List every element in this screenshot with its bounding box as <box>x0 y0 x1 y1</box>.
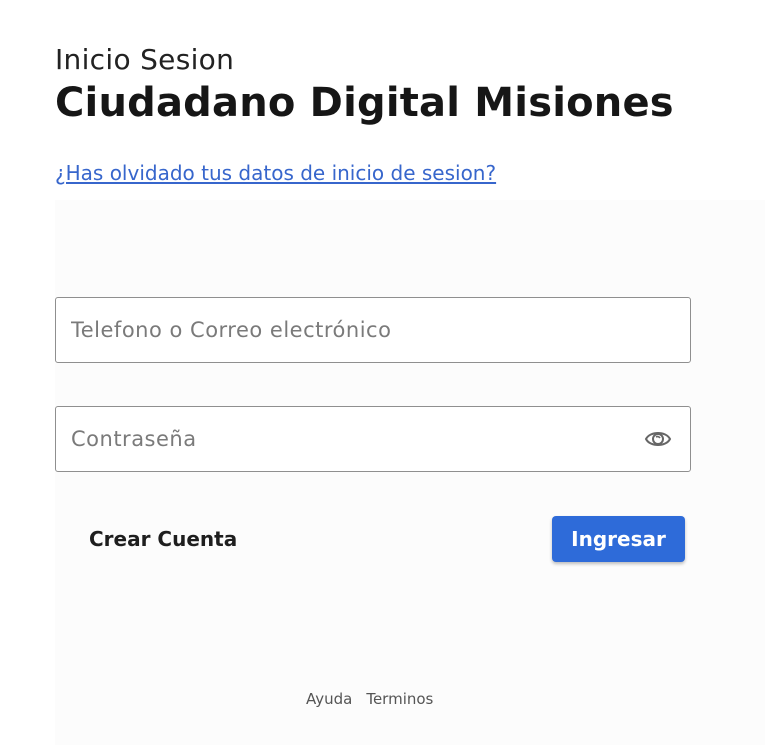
footer-links: Ayuda Terminos <box>306 690 433 708</box>
help-link[interactable]: Ayuda <box>306 690 352 708</box>
create-account-button[interactable]: Crear Cuenta <box>89 527 237 551</box>
login-button[interactable]: Ingresar <box>552 516 685 562</box>
page-subtitle: Inicio Sesion <box>55 43 235 76</box>
form-panel-background <box>55 200 765 745</box>
user-field-container <box>55 297 691 363</box>
terms-link[interactable]: Terminos <box>366 690 433 708</box>
password-input[interactable] <box>71 407 631 471</box>
eye-icon[interactable] <box>644 428 672 450</box>
page-title: Ciudadano Digital Misiones <box>55 80 674 126</box>
login-page: Inicio Sesion Ciudadano Digital Misiones… <box>0 0 765 745</box>
forgot-credentials-link[interactable]: ¿Has olvidado tus datos de inicio de ses… <box>55 161 496 185</box>
password-field-container <box>55 406 691 472</box>
phone-or-email-input[interactable] <box>71 298 631 362</box>
